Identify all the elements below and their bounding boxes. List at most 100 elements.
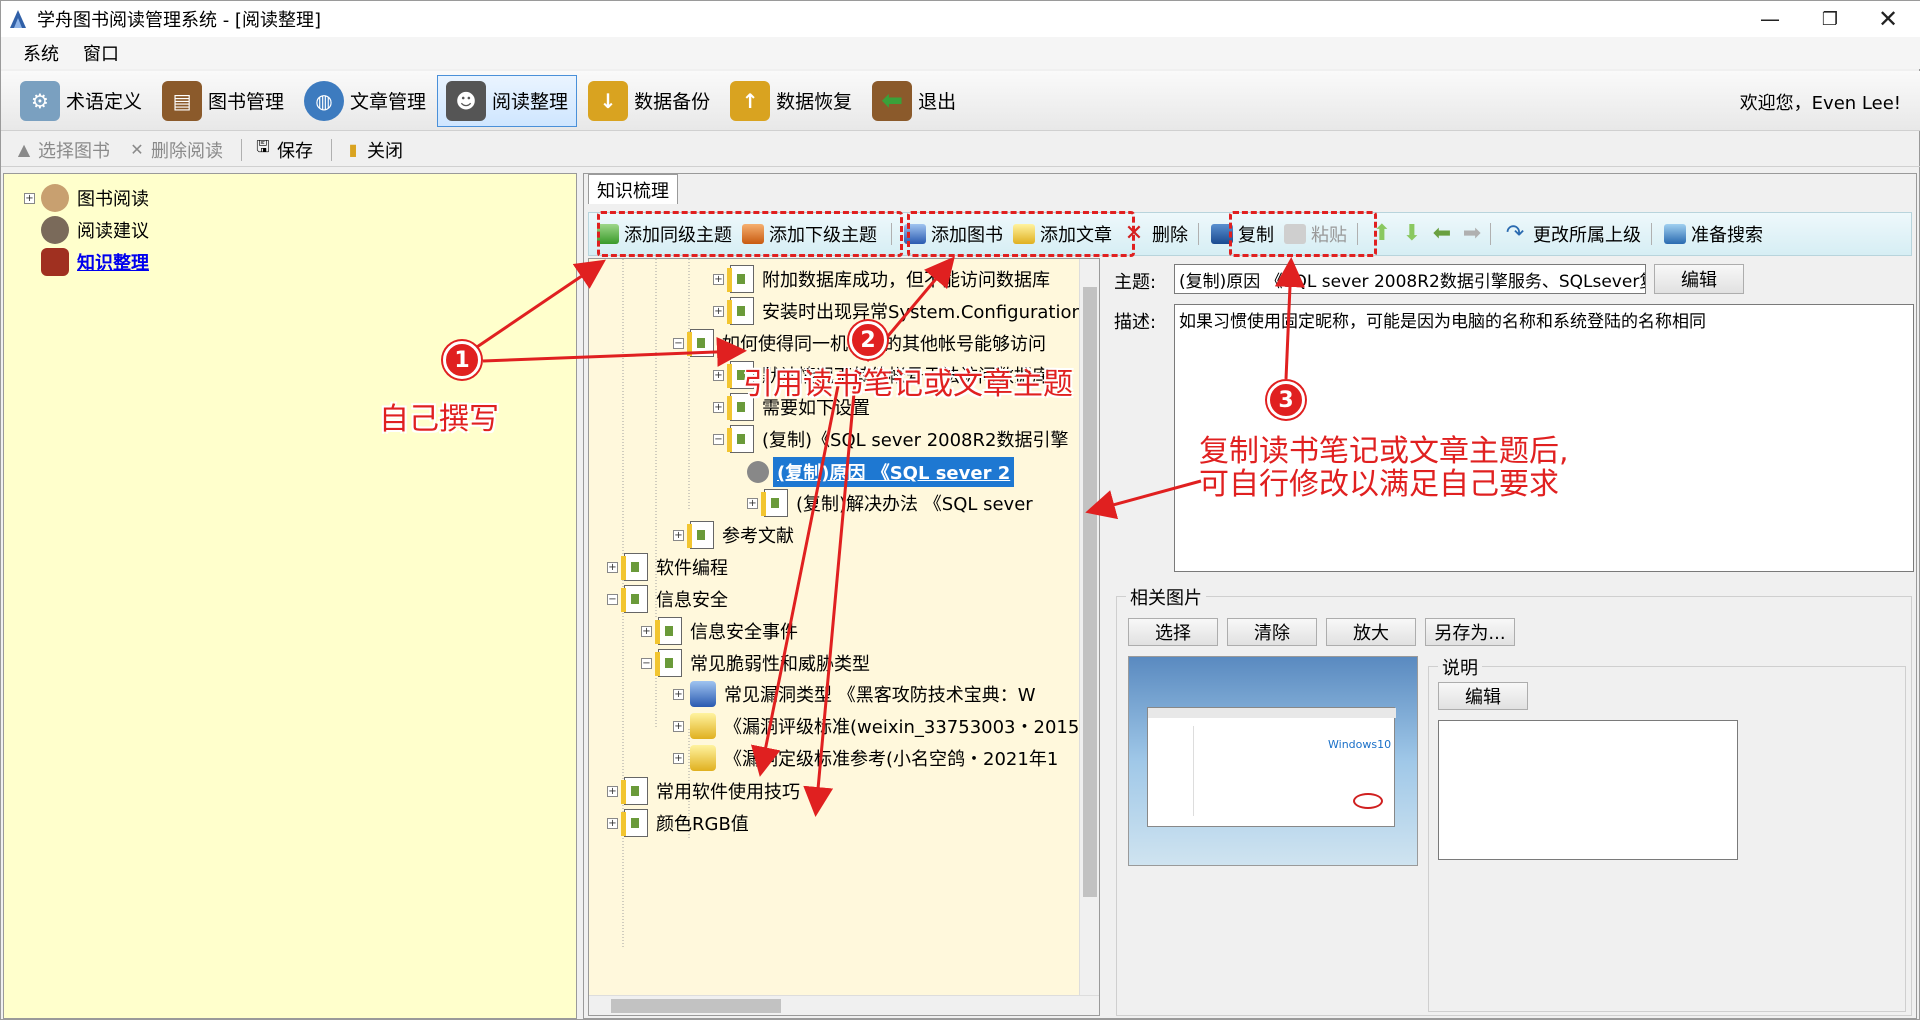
tree-node[interactable]: + 《漏洞评级标准(weixin_33753003・2015 [673, 713, 1079, 739]
collapse-minus-icon[interactable]: − [713, 433, 724, 445]
related-images-label: 相关图片 [1126, 584, 1206, 610]
subject-field[interactable]: (复制)原因 《SQL sever 2008R2数据引擎服务、SQLsever复… [1174, 264, 1646, 294]
collapse-minus-icon[interactable]: − [673, 337, 684, 349]
nav-item-reading-advice[interactable]: 阅读建议 [41, 216, 149, 244]
toolbar-exit-button[interactable]: ⬅ 退出 [863, 75, 965, 127]
zoom-image-button[interactable]: 放大 [1326, 618, 1416, 646]
note-icon [655, 649, 682, 677]
collapse-minus-icon[interactable]: − [641, 657, 652, 669]
move-right-icon[interactable]: ➡ [1460, 222, 1484, 246]
menu-system[interactable]: 系统 [11, 40, 71, 66]
select-image-button[interactable]: 选择 [1128, 618, 1218, 646]
minimize-icon[interactable]: — [1741, 1, 1799, 37]
highlight-circle [1353, 793, 1383, 809]
tree-node-label: 颜色RGB值 [656, 814, 749, 835]
menu-window[interactable]: 窗口 [71, 40, 131, 66]
close-door-icon: ▮ [348, 140, 358, 159]
scrollbar-thumb[interactable] [611, 999, 781, 1013]
expand-plus-icon[interactable]: + [607, 561, 618, 573]
toolbar-book-management-button[interactable]: ▤ 图书管理 [153, 75, 293, 127]
toolbar-separator [1490, 223, 1491, 245]
note-icon [761, 489, 788, 517]
delete-x-icon: ✕ [130, 140, 144, 159]
note-icon [727, 425, 754, 453]
toolbar-article-management-button[interactable]: ◍ 文章管理 [295, 75, 435, 127]
title-bar: 学舟图书阅读管理系统 - [阅读整理] [1, 1, 1920, 37]
nav-item-book-reading[interactable]: + 图书阅读 [24, 184, 149, 212]
expand-plus-icon[interactable]: + [713, 273, 724, 285]
collapse-minus-icon[interactable]: − [607, 593, 618, 605]
book-select-icon: ▲ [17, 140, 31, 159]
tree-node[interactable]: + 《漏洞定级标准参考(小名空鸽・2021年1 [673, 745, 1058, 771]
expand-plus-icon[interactable]: + [24, 192, 35, 204]
expand-plus-icon[interactable]: + [641, 625, 652, 637]
expand-plus-icon[interactable]: + [747, 497, 758, 509]
explanation-edit-button[interactable]: 编辑 [1438, 682, 1528, 710]
close-label: 关闭 [367, 140, 403, 162]
tab-knowledge-organize[interactable]: 知识梳理 [588, 174, 678, 204]
tree-node[interactable]: − 常见脆弱性和威胁类型 [641, 649, 870, 677]
annotation-marker-2: 2 [849, 321, 887, 359]
close-button[interactable]: ▮ 关闭 [344, 137, 403, 163]
expand-plus-icon[interactable]: + [713, 305, 724, 317]
delete-reading-button[interactable]: ✕ 删除阅读 [128, 137, 223, 163]
explanation-field[interactable] [1438, 720, 1738, 860]
close-icon[interactable]: ✕ [1859, 1, 1917, 37]
tree-node-label: 《漏洞定级标准参考(小名空鸽・2021年1 [724, 749, 1059, 770]
toolbar-separator [1651, 223, 1652, 245]
related-image-thumbnail[interactable]: Windows10 [1128, 656, 1418, 866]
redo-arrow-icon: ↷ [1505, 221, 1525, 246]
tree-node-label: (复制)原因 《SQL sever 2 [773, 457, 1015, 487]
annotation-box-add-book-article [907, 211, 1135, 257]
tree-node[interactable]: + 安装时出现异常System.Configuration [713, 297, 1083, 325]
book-node-icon [690, 681, 716, 707]
expand-plus-icon[interactable]: + [607, 785, 618, 797]
scrollbar-thumb[interactable] [1083, 287, 1097, 897]
tree-node[interactable]: + 参考文献 [673, 521, 794, 549]
nav-item-knowledge-organize[interactable]: 知识整理 [41, 248, 149, 276]
expand-plus-icon[interactable]: + [713, 369, 724, 381]
note-icon [727, 265, 754, 293]
restore-icon[interactable]: ❐ [1801, 1, 1859, 37]
expand-plus-icon[interactable]: + [713, 401, 724, 413]
expand-plus-icon[interactable]: + [607, 817, 618, 829]
annotation-text-self-write: 自己撰写 [379, 402, 499, 437]
tree-node[interactable]: + (复制)解决办法 《SQL sever [747, 489, 1033, 517]
clear-image-button[interactable]: 清除 [1227, 618, 1317, 646]
toolbar-data-backup-button[interactable]: ↓ 数据备份 [579, 75, 719, 127]
screenshot-window: Windows10 [1147, 707, 1396, 827]
tree-node[interactable]: − (复制)《SQL sever 2008R2数据引擎 [713, 425, 1068, 453]
toolbar-reading-organize-button[interactable]: ☻ 阅读整理 [437, 74, 578, 127]
screenshot-titlebar [1148, 708, 1396, 718]
toolbar-label: 阅读整理 [492, 91, 569, 113]
change-parent-button[interactable]: ↷ 更改所属上级 [1503, 221, 1641, 247]
annotation-marker-3: 3 [1267, 381, 1305, 419]
tree-node-selected[interactable]: (复制)原因 《SQL sever 2 [747, 457, 1015, 487]
tree-node[interactable]: + 常见漏洞类型 《黑客攻防技术宝典：W [673, 681, 1036, 707]
tree-node[interactable]: − 信息安全 [607, 585, 728, 613]
exit-door-icon: ⬅ [872, 80, 913, 121]
tree-node[interactable]: + 颜色RGB值 [607, 809, 749, 837]
expand-plus-icon[interactable]: + [673, 720, 684, 732]
toolbar-label: 数据备份 [634, 91, 711, 113]
tree-node[interactable]: + 软件编程 [607, 553, 728, 581]
nav-item-label: 图书阅读 [77, 189, 149, 210]
tree-node-label: (复制)《SQL sever 2008R2数据引擎 [762, 430, 1069, 451]
tree-node[interactable]: + 信息安全事件 [641, 617, 798, 645]
move-down-icon[interactable]: ⬇ [1400, 222, 1424, 246]
tree-node[interactable]: + 附加数据库成功，但不能访问数据库 [713, 265, 1050, 293]
move-left-icon[interactable]: ⬅ [1430, 222, 1454, 246]
prepare-search-button[interactable]: 准备搜索 [1664, 221, 1763, 247]
subject-edit-button[interactable]: 编辑 [1654, 264, 1744, 294]
tree-vertical-scrollbar[interactable] [1079, 259, 1099, 997]
expand-plus-icon[interactable]: + [673, 688, 684, 700]
tree-node[interactable]: + 常用软件使用技巧 [607, 777, 800, 805]
select-book-button[interactable]: ▲ 选择图书 [15, 137, 110, 163]
tree-horizontal-scrollbar[interactable] [589, 995, 1099, 1015]
toolbar-data-restore-button[interactable]: ↑ 数据恢复 [721, 75, 861, 127]
expand-plus-icon[interactable]: + [673, 529, 684, 541]
save-image-as-button[interactable]: 另存为... [1425, 618, 1515, 646]
toolbar-term-definition-button[interactable]: ⚙ 术语定义 [11, 75, 151, 127]
save-button[interactable]: 🖫 保存 [254, 137, 313, 163]
expand-plus-icon[interactable]: + [673, 752, 684, 764]
